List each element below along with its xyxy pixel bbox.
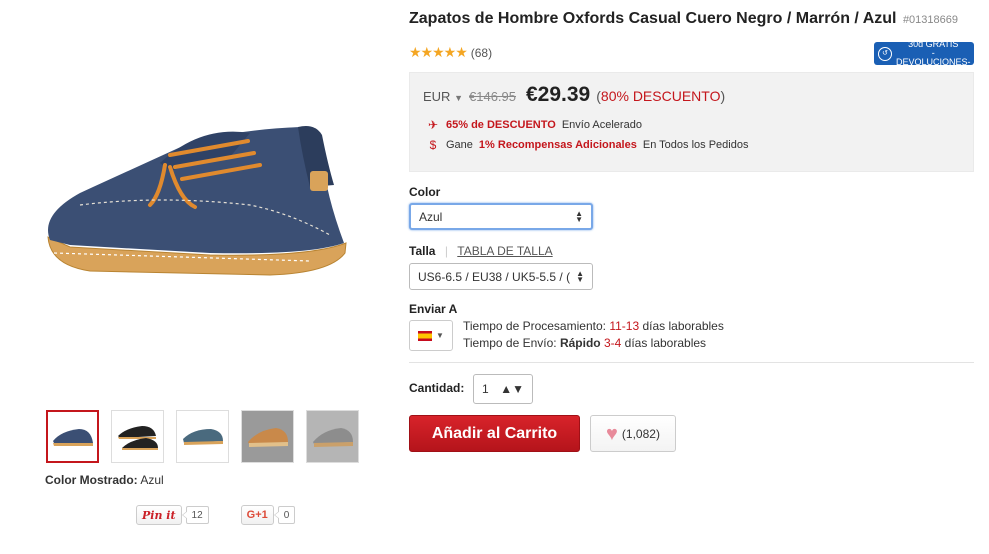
currency-selector[interactable]: EUR ▼ bbox=[423, 89, 463, 104]
promo-rewards-highlight: 1% Recompensas Adicionales bbox=[478, 139, 637, 151]
promo-shipping-highlight: 65% de DESCUENTO bbox=[446, 119, 556, 131]
star-rating-icon: ★★★★★ bbox=[409, 44, 468, 60]
color-shown-value: Azul bbox=[140, 473, 164, 487]
processing-unit: días laborables bbox=[642, 319, 724, 333]
quantity-label: Cantidad: bbox=[409, 381, 465, 395]
color-shown: Color Mostrado: Azul bbox=[45, 473, 164, 487]
rating-count[interactable]: (68) bbox=[471, 46, 492, 60]
promo-rewards-text: En Todos los Pedidos bbox=[642, 139, 749, 151]
shipping-speed: Rápido bbox=[559, 336, 601, 350]
money-bag-icon: $ bbox=[429, 138, 437, 152]
price-row: EUR ▼ €146.95 €29.39 (80% DESCUENTO) bbox=[423, 83, 725, 107]
thumbnail-grey-shoe[interactable] bbox=[306, 410, 359, 463]
shipping-time: Tiempo de Envío: Rápido 3-4 días laborab… bbox=[463, 335, 724, 352]
discount-label: (80% DESCUENTO) bbox=[596, 88, 725, 104]
spain-flag-icon bbox=[418, 330, 433, 341]
caret-down-icon: ▼ bbox=[436, 331, 444, 340]
promo-rewards-prefix: Gane bbox=[446, 139, 473, 151]
color-select-value: Azul bbox=[419, 209, 443, 224]
wishlist-count: (1,082) bbox=[621, 426, 660, 441]
quantity-select[interactable]: 1 ▲▼ bbox=[473, 374, 533, 404]
old-price: €146.95 bbox=[469, 89, 516, 104]
gplus-group: G+1 0 bbox=[240, 505, 296, 525]
return-icon: ↺ bbox=[878, 46, 892, 61]
pinit-group: Pin it 12 bbox=[136, 505, 209, 525]
shipping-label: Tiempo de Envío: bbox=[463, 336, 557, 350]
country-selector[interactable]: ▼ bbox=[409, 320, 453, 351]
thumbnail-brown-shoe[interactable] bbox=[241, 410, 294, 463]
size-label: Talla bbox=[409, 244, 436, 258]
price-box: EUR ▼ €146.95 €29.39 (80% DESCUENTO) ✈ 6… bbox=[409, 72, 974, 172]
select-arrows-icon: ▲▼ bbox=[500, 382, 524, 396]
currency-label: EUR bbox=[423, 89, 451, 104]
size-label-row: Talla | TABLA DE TALLA bbox=[409, 244, 553, 258]
thumbnail-blue-shoe[interactable] bbox=[46, 410, 99, 463]
shoe-thumb-icon bbox=[117, 425, 158, 450]
size-select-value: US6-6.5 / EU38 / UK5-5.5 / ( bbox=[418, 269, 571, 284]
pinit-count: 12 bbox=[181, 506, 209, 524]
color-shown-label: Color Mostrado: bbox=[45, 473, 138, 487]
product-sku: #01318669 bbox=[902, 14, 958, 26]
wishlist-button[interactable]: ♥ (1,082) bbox=[590, 415, 676, 452]
select-arrows-icon: ▲▼ bbox=[575, 208, 583, 224]
size-chart-link[interactable]: TABLA DE TALLA bbox=[457, 244, 552, 258]
size-separator: | bbox=[444, 244, 448, 258]
thumbnail-strip bbox=[46, 410, 359, 463]
social-share: Pin it 12 G+1 0 bbox=[136, 505, 296, 525]
returns-badge-line2: -DEVOLUCIONES- bbox=[896, 48, 971, 67]
thumbnail-blue-shoe-side[interactable] bbox=[176, 410, 229, 463]
quantity-value: 1 bbox=[482, 382, 489, 396]
size-select[interactable]: US6-6.5 / EU38 / UK5-5.5 / ( ▲ ▼ bbox=[409, 263, 593, 290]
gplus-count: 0 bbox=[273, 506, 296, 524]
shoe-thumb-icon bbox=[312, 427, 353, 447]
shipping-info: Tiempo de Procesamiento: 11-13 días labo… bbox=[463, 318, 724, 352]
processing-time: Tiempo de Procesamiento: 11-13 días labo… bbox=[463, 318, 724, 335]
rating[interactable]: ★★★★★ (68) bbox=[409, 44, 492, 61]
shipping-unit: días laborables bbox=[624, 336, 707, 350]
discount-text: 80% DESCUENTO bbox=[600, 88, 721, 104]
add-to-cart-button[interactable]: Añadir al Carrito bbox=[409, 415, 580, 452]
current-price: €29.39 bbox=[526, 83, 591, 106]
product-title: Zapatos de Hombre Oxfords Casual Cuero N… bbox=[409, 10, 958, 28]
returns-badge-text: 30d GRATIS -DEVOLUCIONES- bbox=[896, 40, 971, 67]
gplus-button[interactable]: G+1 bbox=[240, 505, 274, 525]
shoe-thumb-icon bbox=[182, 428, 223, 445]
promo-rewards: $ Gane 1% Recompensas Adicionales En Tod… bbox=[426, 138, 749, 152]
ship-to-label: Enviar A bbox=[409, 302, 458, 316]
thumbnail-black-shoe[interactable] bbox=[111, 410, 164, 463]
processing-days: 11-13 bbox=[609, 319, 640, 333]
product-main-image[interactable] bbox=[10, 75, 350, 315]
shoe-illustration bbox=[47, 126, 347, 276]
product-title-text: Zapatos de Hombre Oxfords Casual Cuero N… bbox=[409, 10, 897, 27]
promo-shipping-text: Envío Acelerado bbox=[561, 119, 642, 131]
free-returns-badge[interactable]: ↺ 30d GRATIS -DEVOLUCIONES- bbox=[874, 40, 974, 67]
divider bbox=[409, 362, 974, 363]
airplane-icon: ✈ bbox=[427, 118, 439, 132]
promo-shipping: ✈ 65% de DESCUENTO Envío Acelerado bbox=[426, 118, 642, 132]
color-label: Color bbox=[409, 185, 441, 199]
shoe-thumb-icon bbox=[247, 427, 288, 447]
shoe-thumb-icon bbox=[52, 428, 93, 446]
caret-down-icon: ▼ bbox=[454, 93, 463, 103]
discount-paren-close: ) bbox=[720, 88, 726, 104]
processing-label: Tiempo de Procesamiento: bbox=[463, 319, 606, 333]
shipping-days: 3-4 bbox=[603, 336, 622, 350]
color-select[interactable]: Azul ▲ ▼ bbox=[409, 203, 593, 230]
pinit-button[interactable]: Pin it bbox=[136, 505, 182, 525]
select-arrows-icon: ▲▼ bbox=[576, 268, 584, 284]
heart-icon: ♥ bbox=[606, 422, 618, 445]
